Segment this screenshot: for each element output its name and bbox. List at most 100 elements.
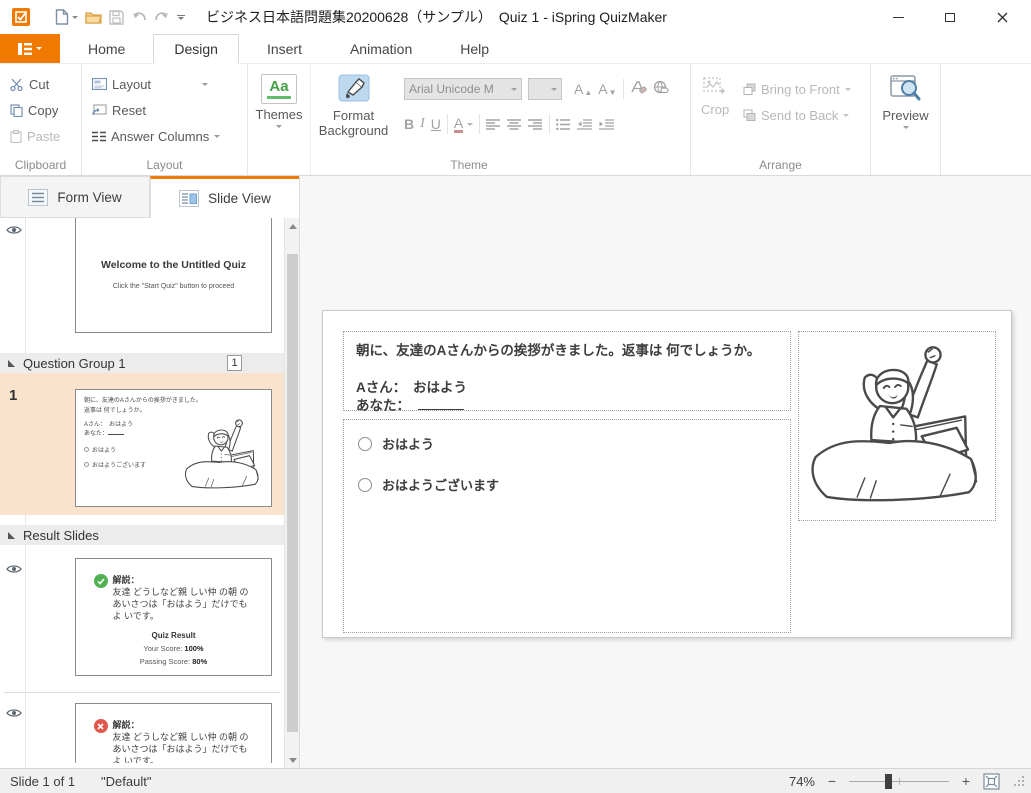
welcome-subtitle: Click the "Start Quiz" button to proceed <box>76 283 271 290</box>
fail-body: 友達 どうしなど親 しい仲 の朝 の あいさつは「おはよう」だけでもよ いです。 <box>113 731 253 763</box>
hyperlink-icon[interactable] <box>653 80 669 99</box>
question-text-box[interactable]: 朝に、友達のAさんからの挨拶がきました。返事は 何でしょうか。 Aさん： おはよ… <box>343 331 791 411</box>
crop-button[interactable]: Crop <box>701 76 729 117</box>
font-size-combo[interactable] <box>528 78 562 100</box>
font-name-combo[interactable]: Arial Unicode M <box>404 78 522 100</box>
decrease-font-size-button[interactable]: A▼ <box>598 81 616 97</box>
view-tabs: Form View Slide View <box>0 176 299 218</box>
bullet-list-icon[interactable] <box>556 119 571 130</box>
welcome-slide-row: Welcome to the Untitled Quiz Click the "… <box>0 218 284 333</box>
answer-option[interactable]: おはよう <box>358 434 776 453</box>
increase-font-size-button[interactable]: A▲ <box>574 81 592 97</box>
clear-formatting-icon[interactable] <box>630 80 647 99</box>
sidebar-scrollbar[interactable] <box>284 218 299 768</box>
send-to-back-button[interactable]: Send to Back <box>743 102 851 128</box>
slide-view-icon <box>179 190 199 207</box>
pass-result-thumbnail[interactable]: 解説： 友達 どうしなど親 しい仲 の朝 の あいさつは「おはよう」だけでもよ … <box>75 558 272 676</box>
result-slides-header[interactable]: Result Slides <box>0 525 284 545</box>
themes-icon: Aa <box>261 74 297 104</box>
resize-grip[interactable] <box>1014 775 1025 790</box>
answer-option[interactable]: おはようございます <box>358 475 776 494</box>
decrease-indent-icon[interactable] <box>577 119 593 130</box>
increase-indent-icon[interactable] <box>599 119 615 130</box>
format-background-icon <box>338 74 370 105</box>
quick-access-customize-button[interactable] <box>177 15 185 20</box>
reset-button[interactable]: Reset <box>82 97 247 123</box>
radio-button-icon[interactable] <box>358 437 372 451</box>
collapse-triangle-icon <box>8 532 15 539</box>
tab-animation[interactable]: Animation <box>330 34 432 63</box>
arrange-group-label: Arrange <box>691 158 870 172</box>
eye-icon[interactable] <box>6 222 22 240</box>
maximize-button[interactable] <box>943 11 957 23</box>
answer-columns-button[interactable]: Answer Columns <box>82 123 247 149</box>
theme-group-label: Theme <box>248 158 690 172</box>
zoom-slider-thumb[interactable] <box>885 774 892 789</box>
option-label: おはよう <box>382 434 434 453</box>
collapse-triangle-icon <box>8 360 15 367</box>
mini-option-2: おはようございます <box>92 460 146 469</box>
answer-blank-line <box>418 409 464 410</box>
copy-button[interactable]: Copy <box>0 97 81 123</box>
cut-button[interactable]: Cut <box>0 71 81 97</box>
new-document-button[interactable] <box>55 9 69 25</box>
slides-sidebar: Form View Slide View Welco <box>0 176 300 768</box>
tab-form-view[interactable]: Form View <box>0 176 150 218</box>
copy-icon <box>10 104 23 117</box>
tab-slide-view[interactable]: Slide View <box>150 176 299 218</box>
form-view-icon <box>28 189 48 206</box>
slide-editor[interactable]: 朝に、友達のAさんからの挨拶がきました。返事は 何でしょうか。 Aさん： おはよ… <box>322 310 1012 638</box>
italic-button[interactable]: I <box>420 116 425 132</box>
zoom-slider[interactable] <box>849 772 949 790</box>
welcome-slide-thumbnail[interactable]: Welcome to the Untitled Quiz Click the "… <box>75 218 272 333</box>
layout-button[interactable]: Layout <box>82 71 247 97</box>
scroll-down-arrow[interactable] <box>285 752 299 768</box>
pass-result-row: 解説： 友達 どうしなど親 しい仲 の朝 の あいさつは「おはよう」だけでもよ … <box>0 545 284 678</box>
new-document-caret[interactable] <box>72 16 78 19</box>
tab-insert[interactable]: Insert <box>247 34 322 63</box>
question-slide-thumbnail[interactable]: 朝に、友達のAさんからの挨拶がきました。返事は 何でしょうか。 Aさん： おはよ… <box>75 389 272 507</box>
theme-name: "Default" <box>101 774 151 789</box>
scrollbar-thumb[interactable] <box>287 254 298 732</box>
close-button[interactable] <box>995 11 1009 23</box>
bed-illustration <box>802 334 992 519</box>
undo-button[interactable] <box>131 11 147 24</box>
slide-info: Slide 1 of 1 <box>10 774 75 789</box>
open-folder-button[interactable] <box>85 10 102 25</box>
underline-button[interactable]: U <box>431 116 441 132</box>
status-bar: Slide 1 of 1 "Default" 74% − + <box>0 768 1031 793</box>
question-group-header[interactable]: Question Group 1 1 <box>0 353 284 373</box>
scroll-up-arrow[interactable] <box>285 218 299 234</box>
eye-icon[interactable] <box>6 705 22 723</box>
bring-to-front-button[interactable]: Bring to Front <box>743 76 851 102</box>
dialogue-line-1: Aさん： おはよう <box>356 379 778 398</box>
radio-button-icon[interactable] <box>358 478 372 492</box>
preview-button[interactable]: Preview <box>871 64 940 129</box>
zoom-level: 74% <box>789 774 815 789</box>
zoom-in-button[interactable]: + <box>959 773 973 789</box>
paste-button[interactable]: Paste <box>0 123 81 149</box>
align-left-icon[interactable] <box>486 119 501 130</box>
bring-to-front-icon <box>743 83 756 95</box>
zoom-out-button[interactable]: − <box>825 773 839 789</box>
fail-result-thumbnail[interactable]: 解説： 友達 どうしなど親 しい仲 の朝 の あいさつは「おはよう」だけでもよ … <box>75 703 272 763</box>
font-color-button[interactable]: A <box>454 116 463 133</box>
align-right-icon[interactable] <box>528 119 543 130</box>
redo-button[interactable] <box>154 11 170 24</box>
bold-button[interactable]: B <box>404 116 414 132</box>
question-group-title: Question Group 1 <box>23 356 126 371</box>
tab-design[interactable]: Design <box>153 34 239 64</box>
question-image-box[interactable] <box>798 331 996 521</box>
save-button[interactable] <box>109 10 124 25</box>
eye-icon[interactable] <box>6 561 22 579</box>
fit-to-window-button[interactable] <box>983 773 1000 790</box>
answer-options-box[interactable]: おはよう おはようございます <box>343 419 791 633</box>
minimize-button[interactable] <box>891 11 905 23</box>
answer-columns-icon <box>92 131 106 142</box>
tab-home[interactable]: Home <box>68 34 145 63</box>
dialogue-line-2: あなた： <box>356 397 778 416</box>
arrange-group: Crop Bring to Front Send to Back Arrange <box>691 64 871 175</box>
application-menu-button[interactable] <box>0 34 60 63</box>
tab-help[interactable]: Help <box>440 34 509 63</box>
align-center-icon[interactable] <box>507 119 522 130</box>
